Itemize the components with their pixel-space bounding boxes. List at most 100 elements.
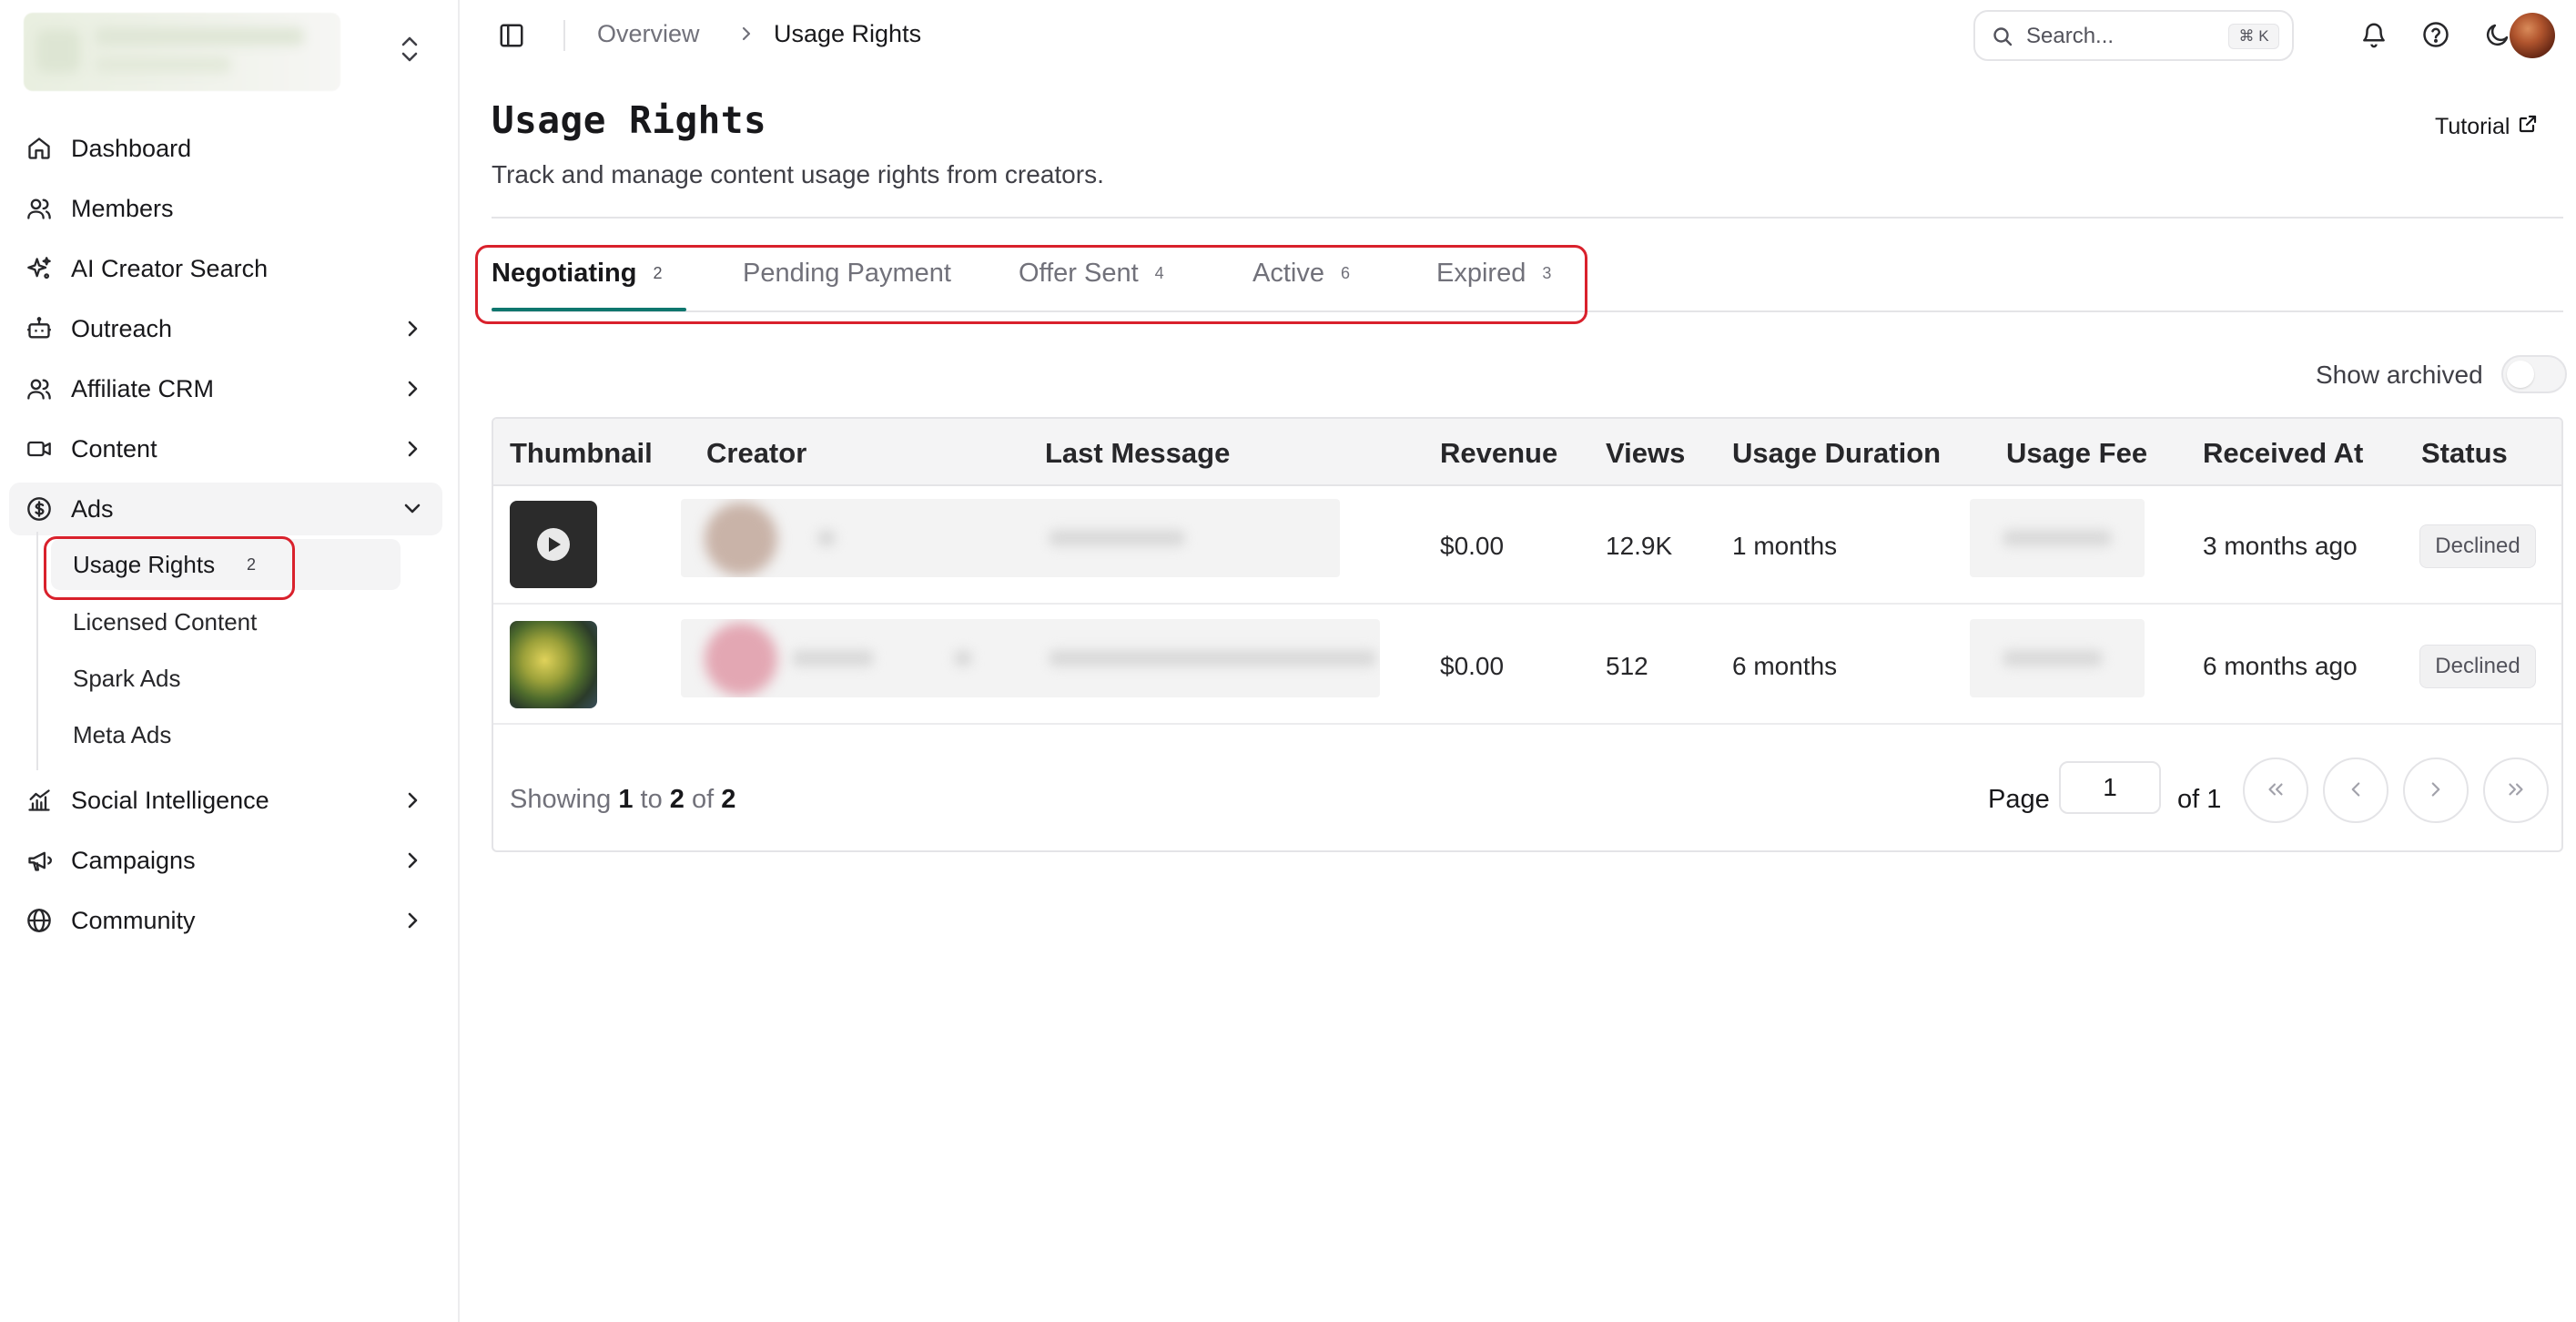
tutorial-link[interactable]: Tutorial <box>2435 113 2539 141</box>
users-icon <box>25 375 53 402</box>
usage-rights-table: Thumbnail Creator Last Message Revenue V… <box>492 417 2563 852</box>
redacted-text <box>817 530 836 546</box>
users-icon <box>25 195 53 222</box>
video-thumbnail[interactable] <box>510 621 597 708</box>
column-header[interactable]: Creator <box>706 437 806 470</box>
sidebar-subitem-usage-rights[interactable]: Usage Rights 2 <box>51 539 401 590</box>
column-header[interactable]: Thumbnail <box>510 437 653 470</box>
sidebar-item-label: Affiliate CRM <box>71 374 215 402</box>
globe-icon <box>25 907 53 934</box>
column-header[interactable]: Received At <box>2203 437 2363 470</box>
tutorial-label: Tutorial <box>2435 114 2510 139</box>
sidebar-item-label: Ads <box>71 494 114 523</box>
usage-fee-redacted <box>1970 499 2145 577</box>
sidebar-toggle-icon[interactable] <box>498 22 525 49</box>
active-tab-indicator <box>492 308 686 311</box>
column-header[interactable]: Status <box>2421 437 2508 470</box>
next-page-button[interactable] <box>2403 758 2469 823</box>
sidebar-subitem-spark-ads[interactable]: Spark Ads <box>51 653 401 704</box>
chevron-right-icon <box>401 317 424 341</box>
sidebar-item-outreach[interactable]: Outreach <box>9 302 442 355</box>
sidebar-item-ai-creator-search[interactable]: AI Creator Search <box>9 242 442 295</box>
table-row[interactable]: $0.00 512 6 months 6 months ago Declined <box>493 606 2561 725</box>
revenue-cell: $0.00 <box>1440 532 1505 560</box>
received-cell: 3 months ago <box>2203 532 2358 560</box>
received-cell: 6 months ago <box>2203 652 2358 680</box>
sidebar-item-community[interactable]: Community <box>9 894 442 947</box>
chevron-right-icon <box>736 24 756 44</box>
search-box[interactable]: ⌘ K <box>1973 10 2294 61</box>
bot-icon <box>25 315 53 342</box>
page-subtitle: Track and manage content usage rights fr… <box>492 160 1104 188</box>
column-header[interactable]: Usage Fee <box>2006 437 2147 470</box>
tab-count: 3 <box>1542 264 1552 282</box>
chevron-right-icon <box>401 377 424 401</box>
org-name <box>95 27 304 46</box>
org-logo <box>36 29 80 73</box>
column-header[interactable]: Views <box>1606 437 1685 470</box>
views-cell: 12.9K <box>1606 532 1673 560</box>
moon-icon[interactable] <box>2482 19 2513 50</box>
bell-icon[interactable] <box>2358 19 2389 50</box>
table-row[interactable]: $0.00 12.9K 1 months 3 months ago Declin… <box>493 486 2561 605</box>
sidebar-subitem-licensed-content[interactable]: Licensed Content <box>51 596 401 647</box>
count-badge: 2 <box>246 554 256 574</box>
sidebar-item-affiliate-crm[interactable]: Affiliate CRM <box>9 362 442 415</box>
page-count: of 1 <box>2177 785 2222 814</box>
search-input[interactable] <box>2026 21 2208 52</box>
org-switcher[interactable] <box>24 13 340 91</box>
duration-cell: 6 months <box>1732 652 1838 680</box>
show-archived-toggle[interactable] <box>2501 355 2567 393</box>
sidebar-item-campaigns[interactable]: Campaigns <box>9 834 442 887</box>
sidebar-item-ads[interactable]: Ads <box>9 483 442 535</box>
sidebar-item-label: Dashboard <box>71 134 192 162</box>
creator-avatar <box>705 503 777 575</box>
redacted-text <box>1049 650 1376 666</box>
video-icon <box>25 435 53 463</box>
play-icon <box>537 528 570 561</box>
tab-offer-sent[interactable]: Offer Sent 4 <box>1019 259 1164 311</box>
column-header[interactable]: Last Message <box>1045 437 1230 470</box>
tab-active[interactable]: Active 6 <box>1253 259 1350 311</box>
page-label: Page <box>1988 785 2050 814</box>
total-count: 2 <box>721 785 736 814</box>
sidebar-subitem-meta-ads[interactable]: Meta Ads <box>51 709 401 760</box>
breadcrumb-overview[interactable]: Overview <box>597 20 700 48</box>
tab-expired[interactable]: Expired 3 <box>1436 259 1551 311</box>
sidebar-item-dashboard[interactable]: Dashboard <box>9 122 442 175</box>
column-header[interactable]: Revenue <box>1440 437 1557 470</box>
page-number-input[interactable] <box>2059 761 2161 814</box>
status-badge: Declined <box>2419 524 2536 568</box>
previous-page-button[interactable] <box>2323 758 2388 823</box>
megaphone-icon <box>25 847 53 874</box>
sidebar-subitem-label: Spark Ads <box>73 664 181 692</box>
first-page-button[interactable] <box>2243 758 2308 823</box>
column-header[interactable]: Usage Duration <box>1732 437 1941 470</box>
usage-fee-redacted <box>1970 619 2145 697</box>
avatar[interactable] <box>2510 13 2555 58</box>
sidebar-item-label: Community <box>71 906 196 934</box>
tab-negotiating[interactable]: Negotiating 2 <box>492 259 663 311</box>
video-thumbnail[interactable] <box>510 501 597 588</box>
tab-pending-payment[interactable]: Pending Payment <box>743 259 951 311</box>
last-page-button[interactable] <box>2483 758 2549 823</box>
tab-label: Negotiating <box>492 259 637 288</box>
sidebar-item-content[interactable]: Content <box>9 422 442 475</box>
chevron-right-icon <box>2424 778 2448 804</box>
creator-redacted <box>681 619 1380 697</box>
chevrons-up-down-icon[interactable] <box>397 33 422 66</box>
tab-count: 6 <box>1340 264 1350 282</box>
status-badge: Declined <box>2419 645 2536 688</box>
sidebar-item-members[interactable]: Members <box>9 182 442 235</box>
redacted-text <box>954 650 972 666</box>
home-icon <box>25 135 53 162</box>
sidebar-item-label: Members <box>71 194 174 222</box>
tab-label: Offer Sent <box>1019 259 1139 288</box>
help-icon[interactable] <box>2420 19 2451 50</box>
showing-label: Showing <box>510 785 612 814</box>
sidebar-item-social-intelligence[interactable]: Social Intelligence <box>9 774 442 827</box>
divider <box>563 20 565 51</box>
search-icon <box>1992 25 2013 47</box>
subnav-line <box>36 532 38 770</box>
range-start: 1 <box>618 785 634 814</box>
